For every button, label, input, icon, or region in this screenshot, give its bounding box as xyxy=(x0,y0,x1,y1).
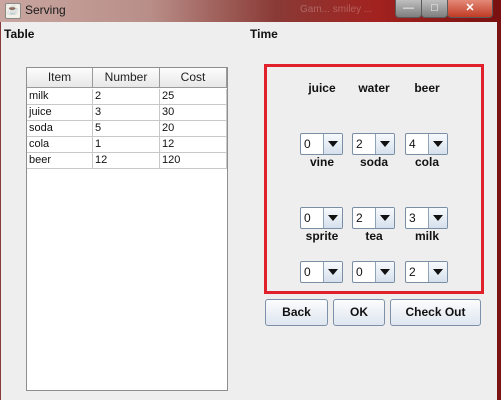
drink-selection-panel: juice water beer 0 2 4 vine soda cola 0 … xyxy=(264,64,484,294)
select-value: 3 xyxy=(409,211,416,225)
background-window-text: Gam... smiley ... xyxy=(300,4,373,15)
select-value: 0 xyxy=(304,137,311,151)
window-content: Table Time Item Number Cost milk 2 25 ju… xyxy=(1,22,497,400)
table-cell: 5 xyxy=(93,121,160,137)
drink-label-vine: vine xyxy=(309,155,334,169)
select-value: 2 xyxy=(409,265,416,279)
table-cell: 2 xyxy=(93,89,160,105)
table-cell: juice xyxy=(27,105,93,121)
drink-label-sprite: sprite xyxy=(305,229,339,243)
water-quantity-select[interactable]: 2 xyxy=(352,133,395,155)
drink-label-tea: tea xyxy=(365,229,383,243)
window-frame-right xyxy=(497,22,501,400)
table-cell: 120 xyxy=(160,153,227,169)
table-cell: 1 xyxy=(93,137,160,153)
table-row[interactable]: beer 12 120 xyxy=(27,153,227,169)
vine-quantity-select[interactable]: 0 xyxy=(300,207,343,229)
chevron-down-icon[interactable] xyxy=(375,134,394,154)
sprite-quantity-select[interactable]: 0 xyxy=(300,261,343,283)
time-heading: Time xyxy=(250,27,278,41)
select-value: 4 xyxy=(409,137,416,151)
column-header-item[interactable]: Item xyxy=(27,68,93,88)
close-button[interactable]: ✕ xyxy=(447,0,493,18)
table-cell: beer xyxy=(27,153,93,169)
table-cell: milk xyxy=(27,89,93,105)
drink-label-beer: beer xyxy=(414,81,440,95)
table-header: Item Number Cost xyxy=(27,68,227,88)
chevron-down-icon[interactable] xyxy=(375,262,394,282)
column-header-number[interactable]: Number xyxy=(93,68,160,88)
drink-label-milk: milk xyxy=(414,229,439,243)
chevron-down-icon[interactable] xyxy=(428,262,447,282)
table-row[interactable]: juice 3 30 xyxy=(27,105,227,121)
back-button[interactable]: Back xyxy=(265,299,328,326)
chevron-down-icon[interactable] xyxy=(375,208,394,228)
checkout-button[interactable]: Check Out xyxy=(390,299,481,326)
table-cell: 12 xyxy=(160,137,227,153)
select-value: 0 xyxy=(356,265,363,279)
beer-quantity-select[interactable]: 4 xyxy=(405,133,448,155)
select-value: 0 xyxy=(304,211,311,225)
select-value: 0 xyxy=(304,265,311,279)
juice-quantity-select[interactable]: 0 xyxy=(300,133,343,155)
table-cell: soda xyxy=(27,121,93,137)
drink-label-cola: cola xyxy=(414,155,439,169)
chevron-down-icon[interactable] xyxy=(323,134,342,154)
table-cell: 30 xyxy=(160,105,227,121)
tea-quantity-select[interactable]: 0 xyxy=(352,261,395,283)
milk-quantity-select[interactable]: 2 xyxy=(405,261,448,283)
table-row[interactable]: cola 1 12 xyxy=(27,137,227,153)
select-value: 2 xyxy=(356,137,363,151)
window-titlebar[interactable]: ☕ Serving Gam... smiley ... — □ ✕ xyxy=(0,0,501,22)
drink-label-juice: juice xyxy=(308,81,336,95)
java-icon: ☕ xyxy=(5,3,21,19)
chevron-down-icon[interactable] xyxy=(323,262,342,282)
maximize-button[interactable]: □ xyxy=(421,0,448,18)
drink-label-soda: soda xyxy=(359,155,388,169)
table-cell: 12 xyxy=(93,153,160,169)
table-heading: Table xyxy=(4,27,35,41)
drink-label-water: water xyxy=(358,81,390,95)
chevron-down-icon[interactable] xyxy=(428,208,447,228)
table-cell: 20 xyxy=(160,121,227,137)
cola-quantity-select[interactable]: 3 xyxy=(405,207,448,229)
select-value: 2 xyxy=(356,211,363,225)
table-cell: 25 xyxy=(160,89,227,105)
chevron-down-icon[interactable] xyxy=(323,208,342,228)
order-table[interactable]: Item Number Cost milk 2 25 juice 3 30 so… xyxy=(26,67,228,391)
minimize-button[interactable]: — xyxy=(395,0,422,18)
soda-quantity-select[interactable]: 2 xyxy=(352,207,395,229)
table-row[interactable]: soda 5 20 xyxy=(27,121,227,137)
ok-button[interactable]: OK xyxy=(333,299,385,326)
table-body: milk 2 25 juice 3 30 soda 5 20 cola 1 12… xyxy=(27,89,227,169)
window-title: Serving xyxy=(25,3,66,17)
chevron-down-icon[interactable] xyxy=(428,134,447,154)
table-cell: cola xyxy=(27,137,93,153)
table-row[interactable]: milk 2 25 xyxy=(27,89,227,105)
table-cell: 3 xyxy=(93,105,160,121)
column-header-cost[interactable]: Cost xyxy=(160,68,227,88)
